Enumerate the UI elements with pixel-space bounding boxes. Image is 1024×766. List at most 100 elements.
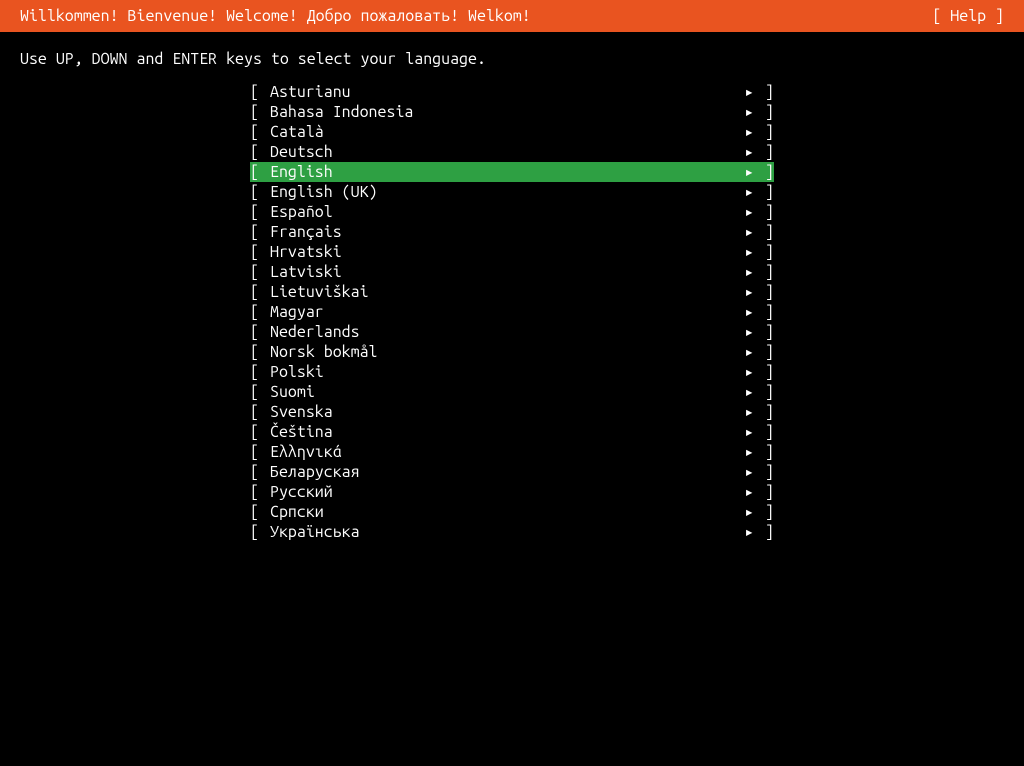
language-item-inner: [ Deutsch▸ ] — [250, 142, 774, 162]
language-item-inner: [ Asturianu▸ ] — [250, 82, 774, 102]
arrow-right-icon: ▸ — [738, 362, 754, 382]
language-name: Беларуская — [270, 462, 738, 482]
bracket-close: ] — [754, 502, 774, 522]
arrow-right-icon: ▸ — [738, 222, 754, 242]
language-item-inner: [ Suomi▸ ] — [250, 382, 774, 402]
help-button[interactable]: [ Help ] — [932, 7, 1004, 25]
bracket-open: [ — [250, 382, 270, 402]
bracket-close: ] — [754, 422, 774, 442]
language-item[interactable]: [ Norsk bokmål▸ ] — [0, 342, 1024, 362]
bracket-close: ] — [754, 222, 774, 242]
language-item[interactable]: [ Svenska▸ ] — [0, 402, 1024, 422]
bracket-open: [ — [250, 82, 270, 102]
language-item[interactable]: [ Українська▸ ] — [0, 522, 1024, 542]
bracket-open: [ — [250, 102, 270, 122]
bracket-close: ] — [754, 462, 774, 482]
language-item[interactable]: [ Lietuviškai▸ ] — [0, 282, 1024, 302]
language-name: Ελληνικά — [270, 442, 738, 462]
bracket-close: ] — [754, 162, 774, 182]
language-item-inner: [ Ελληνικά▸ ] — [250, 442, 774, 462]
arrow-right-icon: ▸ — [738, 382, 754, 402]
bracket-close: ] — [754, 202, 774, 222]
language-item-inner: [ Español▸ ] — [250, 202, 774, 222]
language-item[interactable]: [ Русский▸ ] — [0, 482, 1024, 502]
bracket-open: [ — [250, 142, 270, 162]
arrow-right-icon: ▸ — [738, 522, 754, 542]
arrow-right-icon: ▸ — [738, 502, 754, 522]
language-name: Русский — [270, 482, 738, 502]
language-item[interactable]: [ Suomi▸ ] — [0, 382, 1024, 402]
language-name: Čeština — [270, 422, 738, 442]
bracket-open: [ — [250, 122, 270, 142]
language-item[interactable]: [ Nederlands▸ ] — [0, 322, 1024, 342]
language-name: Polski — [270, 362, 738, 382]
bracket-close: ] — [754, 482, 774, 502]
language-item-inner: [ Lietuviškai▸ ] — [250, 282, 774, 302]
bracket-close: ] — [754, 182, 774, 202]
bracket-close: ] — [754, 102, 774, 122]
language-name: Suomi — [270, 382, 738, 402]
bracket-open: [ — [250, 402, 270, 422]
language-item[interactable]: [ English (UK)▸ ] — [0, 182, 1024, 202]
language-item-inner: [ Bahasa Indonesia▸ ] — [250, 102, 774, 122]
language-item-inner: [ Беларуская▸ ] — [250, 462, 774, 482]
language-item[interactable]: [ Беларуская▸ ] — [0, 462, 1024, 482]
language-item[interactable]: [ Español▸ ] — [0, 202, 1024, 222]
language-item-inner: [ Polski▸ ] — [250, 362, 774, 382]
language-item-inner: [ Català▸ ] — [250, 122, 774, 142]
language-name: Hrvatski — [270, 242, 738, 262]
language-item[interactable]: [ Polski▸ ] — [0, 362, 1024, 382]
bracket-open: [ — [250, 442, 270, 462]
language-item[interactable]: [ Čeština▸ ] — [0, 422, 1024, 442]
language-item[interactable]: [ Српски▸ ] — [0, 502, 1024, 522]
arrow-right-icon: ▸ — [738, 482, 754, 502]
bracket-open: [ — [250, 202, 270, 222]
language-name: Nederlands — [270, 322, 738, 342]
arrow-right-icon: ▸ — [738, 462, 754, 482]
bracket-close: ] — [754, 82, 774, 102]
bracket-close: ] — [754, 362, 774, 382]
bracket-open: [ — [250, 462, 270, 482]
language-item[interactable]: [ Català▸ ] — [0, 122, 1024, 142]
arrow-right-icon: ▸ — [738, 202, 754, 222]
arrow-right-icon: ▸ — [738, 82, 754, 102]
language-name: Bahasa Indonesia — [270, 102, 738, 122]
arrow-right-icon: ▸ — [738, 302, 754, 322]
language-name: English — [270, 162, 738, 182]
language-name: Asturianu — [270, 82, 738, 102]
language-item[interactable]: [ Magyar▸ ] — [0, 302, 1024, 322]
arrow-right-icon: ▸ — [738, 262, 754, 282]
language-item[interactable]: [ Ελληνικά▸ ] — [0, 442, 1024, 462]
language-item-inner: [ Magyar▸ ] — [250, 302, 774, 322]
bracket-close: ] — [754, 142, 774, 162]
bracket-open: [ — [250, 302, 270, 322]
language-item[interactable]: [ English▸ ] — [0, 162, 1024, 182]
language-item-inner: [ Latviski▸ ] — [250, 262, 774, 282]
bracket-close: ] — [754, 382, 774, 402]
language-item[interactable]: [ Français▸ ] — [0, 222, 1024, 242]
arrow-right-icon: ▸ — [738, 122, 754, 142]
language-item-inner: [ Hrvatski▸ ] — [250, 242, 774, 262]
language-name: Magyar — [270, 302, 738, 322]
language-list: [ Asturianu▸ ][ Bahasa Indonesia▸ ][ Cat… — [0, 82, 1024, 542]
language-item[interactable]: [ Asturianu▸ ] — [0, 82, 1024, 102]
language-item-inner: [ Norsk bokmål▸ ] — [250, 342, 774, 362]
language-item[interactable]: [ Hrvatski▸ ] — [0, 242, 1024, 262]
arrow-right-icon: ▸ — [738, 162, 754, 182]
language-item[interactable]: [ Deutsch▸ ] — [0, 142, 1024, 162]
language-item-inner: [ Српски▸ ] — [250, 502, 774, 522]
language-item[interactable]: [ Latviski▸ ] — [0, 262, 1024, 282]
bracket-close: ] — [754, 122, 774, 142]
language-name: Español — [270, 202, 738, 222]
arrow-right-icon: ▸ — [738, 282, 754, 302]
bracket-close: ] — [754, 262, 774, 282]
arrow-right-icon: ▸ — [738, 442, 754, 462]
language-item-inner: [ Русский▸ ] — [250, 482, 774, 502]
instruction-text: Use UP, DOWN and ENTER keys to select yo… — [0, 32, 1024, 78]
bracket-open: [ — [250, 282, 270, 302]
arrow-right-icon: ▸ — [738, 402, 754, 422]
language-item-inner: [ English (UK)▸ ] — [250, 182, 774, 202]
arrow-right-icon: ▸ — [738, 182, 754, 202]
arrow-right-icon: ▸ — [738, 142, 754, 162]
language-item[interactable]: [ Bahasa Indonesia▸ ] — [0, 102, 1024, 122]
